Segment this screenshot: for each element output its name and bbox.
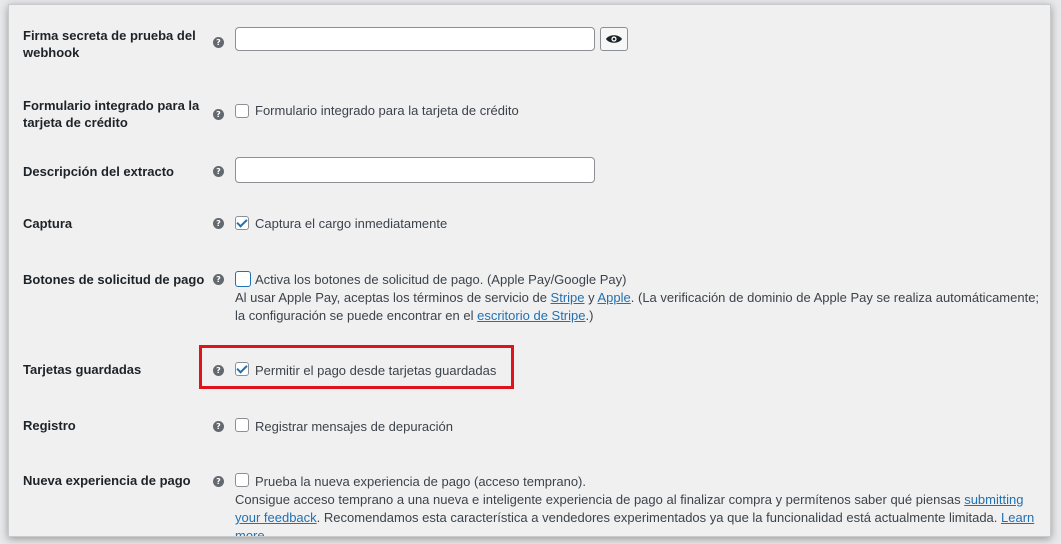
help-icon[interactable]: ?: [213, 109, 224, 120]
new-checkout-checkbox[interactable]: [235, 473, 249, 487]
integrated-form-label: Formulario integrado para la tarjeta de …: [23, 98, 200, 130]
capture-checkbox[interactable]: [235, 216, 249, 230]
help-icon[interactable]: ?: [213, 37, 224, 48]
new-checkout-checkbox-label: Prueba la nueva experiencia de pago (acc…: [255, 474, 586, 489]
payment-request-label: Botones de solicitud de pago: [23, 272, 205, 287]
help-icon[interactable]: ?: [213, 421, 224, 432]
integrated-form-checkbox[interactable]: [235, 104, 249, 118]
stripe-dashboard-link[interactable]: escritorio de Stripe: [477, 308, 585, 323]
description-text: y: [584, 290, 598, 305]
payment-request-checkbox-label: Activa los botones de solicitud de pago.…: [255, 272, 627, 287]
webhook-secret-input[interactable]: [235, 27, 595, 51]
capture-label: Captura: [23, 216, 73, 231]
description-text: Consigue acceso temprano a una nueva e i…: [235, 492, 965, 507]
help-icon[interactable]: ?: [213, 166, 224, 177]
apple-link[interactable]: Apple: [598, 290, 631, 305]
help-icon[interactable]: ?: [213, 476, 224, 487]
statement-descriptor-label: Descripción del extracto: [23, 164, 174, 179]
saved-cards-label: Tarjetas guardadas: [23, 362, 142, 377]
stripe-link[interactable]: Stripe: [551, 290, 585, 305]
webhook-secret-label: Firma secreta de prueba del webhook: [23, 28, 196, 60]
description-text: . Recomendamos esta característica a ven…: [316, 510, 1001, 525]
saved-cards-checkbox-label: Permitir el pago desde tarjetas guardada…: [255, 363, 497, 378]
logging-checkbox[interactable]: [235, 418, 249, 432]
payment-request-description: Al usar Apple Pay, aceptas los términos …: [235, 289, 1045, 325]
help-icon[interactable]: ?: [213, 274, 224, 285]
capture-checkbox-label: Captura el cargo inmediatamente: [255, 216, 448, 231]
integrated-form-checkbox-label: Formulario integrado para la tarjeta de …: [255, 103, 519, 118]
description-text: Al usar Apple Pay, aceptas los términos …: [235, 290, 551, 305]
logging-checkbox-label: Registrar mensajes de depuración: [255, 419, 453, 434]
help-icon[interactable]: ?: [213, 365, 224, 376]
new-checkout-description: Consigue acceso temprano a una nueva e i…: [235, 491, 1045, 536]
description-text: .): [585, 308, 594, 323]
statement-descriptor-input[interactable]: [235, 157, 595, 183]
eye-icon: [606, 35, 622, 43]
saved-cards-checkbox[interactable]: [235, 362, 249, 376]
show-secret-button[interactable]: [600, 27, 628, 51]
help-icon[interactable]: ?: [213, 218, 224, 229]
logging-label: Registro: [23, 418, 76, 433]
payment-request-checkbox[interactable]: [235, 271, 251, 287]
new-checkout-label: Nueva experiencia de pago: [23, 473, 191, 488]
settings-panel: Firma secreta de prueba del webhook ? Fo…: [8, 4, 1051, 537]
